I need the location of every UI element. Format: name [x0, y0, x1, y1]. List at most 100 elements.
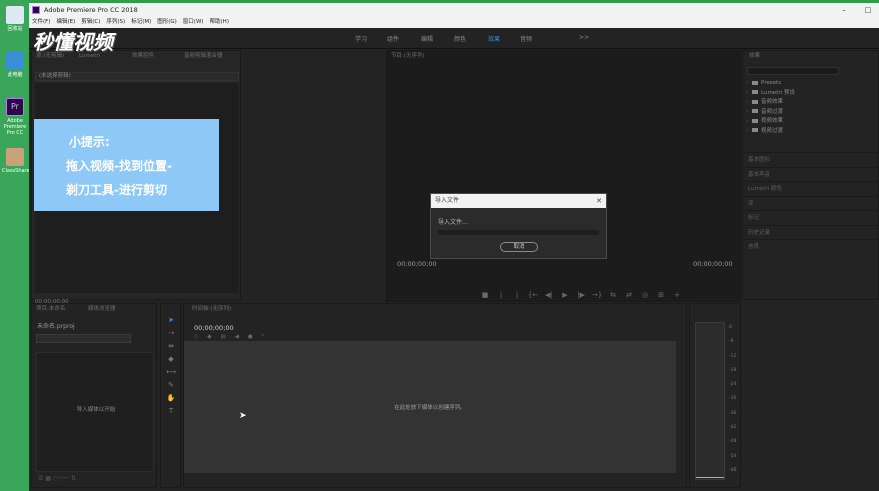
sort-icon[interactable]: ⇅ — [71, 475, 76, 482]
folder-icon — [752, 80, 758, 85]
project-search-input[interactable] — [36, 334, 131, 343]
workspace-more-icon[interactable]: >> — [579, 34, 589, 41]
tree-item[interactable]: › 音频效果 — [746, 98, 876, 108]
program-monitor: 节目:(无序列) 00;00;00;00 00;00;00;00 ■ | | {← ◀|… — [386, 50, 741, 302]
step-back-icon[interactable]: ◀| — [541, 291, 557, 299]
workspace-audio[interactable]: 音频 — [520, 34, 532, 43]
go-to-in-icon[interactable]: {← — [525, 291, 541, 299]
minimize-icon[interactable]: – — [834, 3, 854, 17]
effects-tree: › Presets › Lumetri 预设 › 音频效果 › 音频过渡 › 视频效果 ›… — [746, 79, 876, 137]
menu-graphics[interactable]: 图形(G) — [154, 17, 180, 28]
zoom-slider[interactable]: ○─── — [53, 475, 69, 482]
program-timecode-left[interactable]: 00;00;00;00 — [397, 260, 437, 268]
workspace-color[interactable]: 颜色 — [454, 34, 466, 43]
tree-item[interactable]: › 视频效果 — [746, 117, 876, 127]
list-view-icon[interactable]: ☰ — [38, 475, 43, 482]
tab-media-browser[interactable]: 媒体浏览器 — [88, 304, 116, 315]
timeline-tool-icons[interactable]: ◇◆▤◀●ᴿ — [194, 334, 273, 340]
tab-effect-controls[interactable]: 效果控件 — [132, 51, 154, 62]
maximize-icon[interactable]: □ — [858, 3, 878, 17]
desktop-label: 此电脑 — [7, 72, 23, 78]
section-essential-sound[interactable]: 基本声音 — [743, 166, 879, 182]
tree-item[interactable]: › Presets — [746, 79, 876, 89]
tab-effects[interactable]: 效果 — [749, 51, 760, 62]
meter-label: -dB — [729, 467, 737, 473]
pen-tool-icon[interactable]: ✎ — [166, 381, 176, 389]
mark-out-icon[interactable]: | — [509, 291, 525, 299]
menu-bar: 文件(F) 编辑(E) 剪辑(C) 序列(S) 标记(M) 图形(G) 窗口(W) 帮助(H) — [29, 17, 879, 28]
workspace-editing[interactable]: 编辑 — [421, 34, 433, 43]
slip-tool-icon[interactable]: ⟷ — [166, 368, 176, 376]
desktop-classshare[interactable]: ClassShare — [2, 148, 30, 174]
comparison-view-icon[interactable]: ⊞ — [653, 291, 669, 299]
window-title: Adobe Premiere Pro CC 2018 — [44, 6, 138, 14]
timeline-panel: 时间轴:(无序列) 00;00;00;00 ◇◆▤◀●ᴿ 在此处放下媒体以创建序… — [183, 303, 687, 488]
menu-marker[interactable]: 标记(M) — [128, 17, 154, 28]
section-history[interactable]: 历史记录 — [743, 224, 879, 240]
tip-line-3: 剃刀工具-进行剪切 — [66, 183, 167, 197]
section-lumetri-color[interactable]: Lumetri 颜色 — [743, 181, 879, 196]
tab-audio-clip-mixer[interactable]: 音频剪辑混合器 — [184, 51, 223, 62]
selection-tool-icon[interactable]: ➤ — [166, 316, 176, 324]
workspace-learning[interactable]: 学习 — [355, 34, 367, 43]
play-icon[interactable]: ▶ — [557, 291, 573, 299]
desktop-recycle-bin[interactable]: 回收站 — [2, 6, 28, 32]
meter-label: -24 — [729, 382, 737, 388]
desktop-this-pc[interactable]: 此电脑 — [2, 52, 28, 78]
section-libraries[interactable]: 库 — [743, 195, 879, 211]
tree-item-label: Lumetri 预设 — [761, 89, 795, 96]
tree-item[interactable]: › Lumetri 预设 — [746, 89, 876, 99]
add-marker-icon[interactable]: ■ — [477, 291, 493, 299]
desktop-label: 回收站 — [7, 26, 23, 32]
icon-view-icon[interactable]: ▦ — [45, 475, 51, 482]
project-footer-tools: ☰ ▦ ○─── ⇅ — [38, 475, 154, 482]
ripple-edit-tool-icon[interactable]: ⇹ — [166, 342, 176, 350]
tab-timeline[interactable]: 时间轴:(无序列) — [192, 304, 231, 315]
tab-project[interactable]: 项目:未命名 — [36, 304, 65, 315]
tree-item[interactable]: › 视频过渡 — [746, 127, 876, 137]
menu-window[interactable]: 窗口(W) — [180, 17, 207, 28]
workspace-effects[interactable]: 效果 — [488, 34, 500, 43]
meter-label: -42 — [729, 425, 737, 431]
desktop-strip: 回收站 此电脑 Pr Adobe Premiere Pro CC ClassSh… — [0, 0, 30, 491]
audio-meter: 0 -6 -12 -18 -24 -30 -36 -42 -48 -54 -dB — [689, 303, 741, 488]
export-frame-icon[interactable]: ◎ — [637, 291, 653, 299]
tip-overlay: 小提示: 拖入视频-找到位置- 剃刀工具-进行剪切 — [34, 119, 219, 211]
tab-program[interactable]: 节目:(无序列) — [391, 51, 425, 62]
lift-icon[interactable]: ⇆ — [605, 291, 621, 299]
media-drop-area[interactable]: 导入媒体以开始 — [36, 352, 154, 472]
mouse-cursor-icon: ➤ — [239, 411, 247, 421]
track-select-tool-icon[interactable]: ⇢ — [166, 329, 176, 337]
timeline-timecode[interactable]: 00;00;00;00 — [194, 324, 234, 332]
effects-search-input[interactable] — [747, 67, 839, 75]
menu-help[interactable]: 帮助(H) — [207, 17, 232, 28]
tree-item[interactable]: › 音频过渡 — [746, 108, 876, 118]
section-info[interactable]: 信息 — [743, 239, 879, 254]
computer-icon — [6, 52, 24, 70]
section-markers[interactable]: 标记 — [743, 210, 879, 225]
go-to-out-icon[interactable]: →} — [589, 291, 605, 299]
close-icon[interactable]: ✕ — [596, 194, 602, 208]
meter-label: -54 — [729, 453, 737, 459]
type-tool-icon[interactable]: T — [166, 407, 176, 415]
desktop-premiere[interactable]: Pr Adobe Premiere Pro CC — [2, 98, 28, 136]
app-icon — [32, 6, 40, 14]
clip-selector[interactable]: (未选择剪辑) — [35, 72, 239, 81]
sequence-hint: 在此处放下媒体以创建序列。 — [394, 405, 466, 411]
button-editor-icon[interactable]: + — [669, 291, 685, 299]
step-forward-icon[interactable]: |▶ — [573, 291, 589, 299]
tree-item-label: 视频效果 — [761, 118, 784, 125]
mark-in-icon[interactable]: | — [493, 291, 509, 299]
section-essential-graphics[interactable]: 基本图形 — [743, 152, 879, 167]
extract-icon[interactable]: ⇄ — [621, 291, 637, 299]
workspace-assembly[interactable]: 组件 — [387, 34, 399, 43]
meter-label: -18 — [729, 367, 737, 373]
effects-panel: 效果 › Presets › Lumetri 预设 › 音频效果 › 音频过渡 › 视频效… — [742, 50, 879, 300]
project-panel: 项目:未命名 媒体浏览器 未命名.prproj 导入媒体以开始 ☰ ▦ ○───… — [31, 303, 157, 488]
cancel-button[interactable]: 取消 — [500, 242, 538, 252]
hand-tool-icon[interactable]: ✋ — [166, 394, 176, 402]
razor-tool-icon[interactable]: ◆ — [166, 355, 176, 363]
folder-icon — [752, 90, 758, 95]
sequence-drop-area[interactable]: 在此处放下媒体以创建序列。 — [184, 341, 676, 473]
project-bin-name[interactable]: 未命名.prproj — [37, 321, 75, 330]
